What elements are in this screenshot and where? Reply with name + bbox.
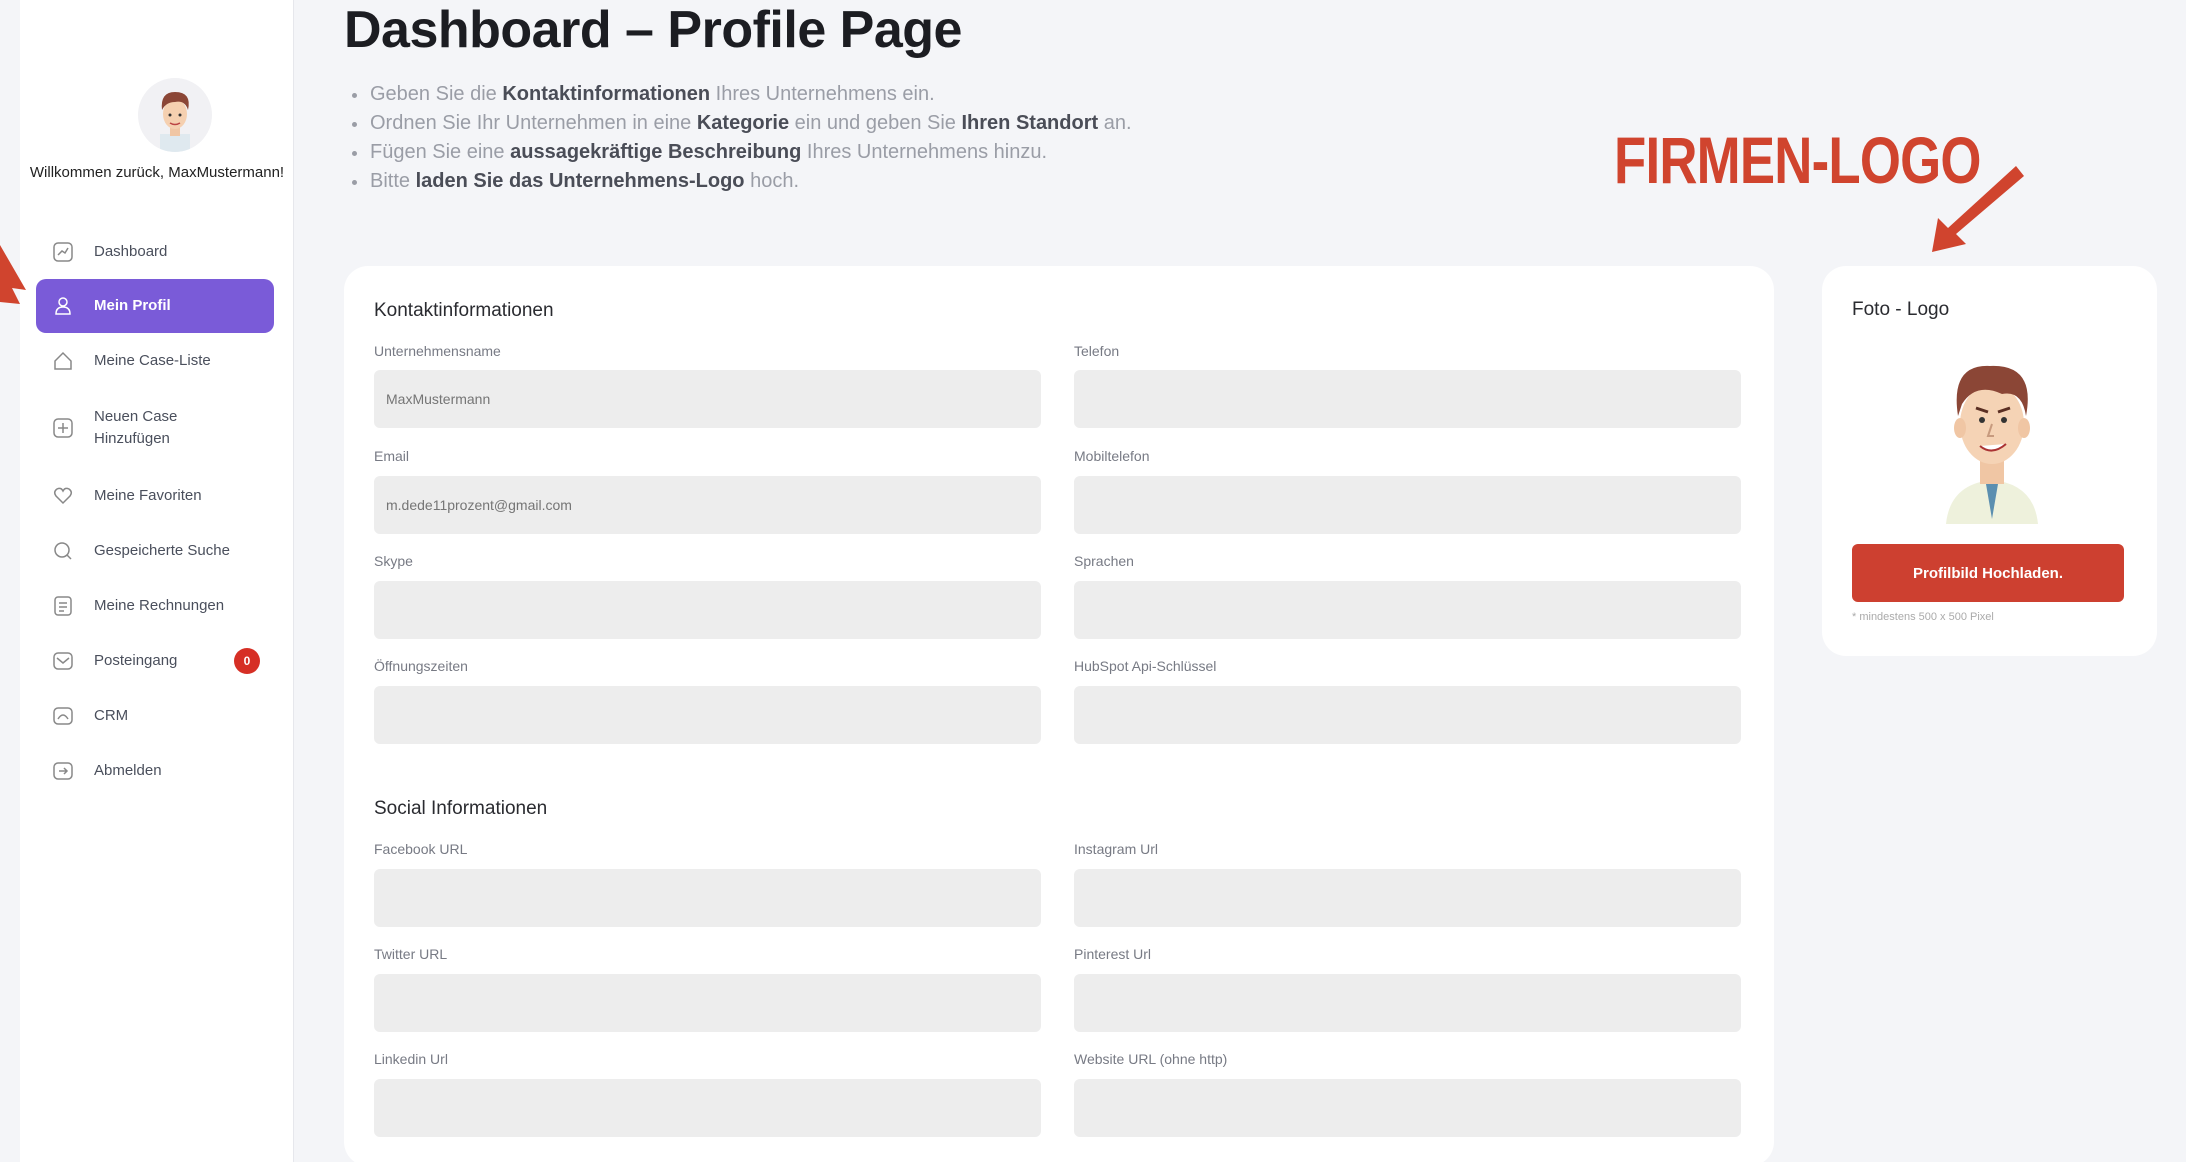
sidebar-item-label: Meine Favoriten: [94, 486, 202, 504]
instruction-item: Bitte laden Sie das Unternehmens-Logo ho…: [352, 167, 1132, 196]
annotation-arrow-icon: [0, 245, 26, 304]
instagram-label: Instagram Url: [1074, 841, 1159, 857]
sidebar-item-gespeicherte-suche[interactable]: Gespeicherte Suche: [36, 523, 274, 578]
search-icon: [52, 540, 74, 562]
sidebar-item-label: Meine Case-Liste: [94, 351, 211, 369]
sidebar-item-label: Gespeicherte Suche: [94, 541, 230, 559]
instruction-item: Ordnen Sie Ihr Unternehmen in eine Kateg…: [352, 109, 1132, 138]
opening-hours-input[interactable]: [374, 686, 1041, 744]
hubspot-label: HubSpot Api-Schlüssel: [1074, 658, 1217, 674]
photo-card-title: Foto - Logo: [1852, 299, 1950, 320]
website-input[interactable]: [1074, 1079, 1741, 1137]
user-icon: [52, 295, 74, 317]
linkedin-label: Linkedin Url: [374, 1051, 448, 1067]
social-section-title: Social Informationen: [374, 798, 548, 819]
upload-hint: * mindestens 500 x 500 Pixel: [1852, 611, 1994, 623]
chart-icon: [52, 241, 74, 263]
twitter-input[interactable]: [374, 974, 1041, 1032]
sidebar-item-label: Mein Profil: [94, 297, 171, 314]
company-name-input[interactable]: [374, 370, 1041, 428]
languages-input[interactable]: [1074, 581, 1741, 639]
sidebar-item-label: Dashboard: [94, 242, 168, 260]
sidebar-item-mein-profil[interactable]: Mein Profil: [36, 279, 274, 333]
inbox-count-badge: 0: [234, 648, 260, 674]
annotation-arrow-icon: [1932, 166, 2024, 252]
contact-section-title: Kontaktinformationen: [374, 300, 554, 321]
facebook-input[interactable]: [374, 869, 1041, 927]
skype-label: Skype: [374, 553, 413, 569]
sidebar-item-label: CRM: [94, 706, 129, 724]
logout-icon: [52, 760, 74, 782]
hubspot-input[interactable]: [1074, 686, 1741, 744]
heart-icon: [52, 485, 74, 507]
inbox-icon: [52, 650, 74, 672]
instructions-list: Geben Sie die Kontaktinformationen Ihres…: [352, 80, 1132, 196]
sidebar-item-label: Neuen Case Hinzufügen: [94, 408, 178, 447]
instagram-input[interactable]: [1074, 869, 1741, 927]
phone-input[interactable]: [1074, 370, 1741, 428]
sidebar-item-label: Meine Rechnungen: [94, 596, 225, 614]
photo-logo-card: Foto - Logo Profilbild Hochladen. * mind…: [1822, 266, 2157, 656]
instruction-item: Fügen Sie eine aussagekräftige Beschreib…: [352, 138, 1132, 167]
sidebar-item-rechnungen[interactable]: Meine Rechnungen: [36, 578, 274, 633]
sidebar-item-neuen-case[interactable]: Neuen Case Hinzufügen: [36, 388, 274, 468]
instruction-item: Geben Sie die Kontaktinformationen Ihres…: [352, 80, 1132, 109]
home-icon: [52, 350, 74, 372]
sidebar-item-case-liste[interactable]: Meine Case-Liste: [36, 333, 274, 388]
email-label: Email: [374, 448, 410, 464]
website-label: Website URL (ohne http): [1074, 1051, 1228, 1067]
twitter-label: Twitter URL: [374, 946, 448, 962]
sidebar-item-posteingang[interactable]: Posteingang 0: [36, 633, 274, 688]
sidebar-item-abmelden[interactable]: Abmelden: [36, 743, 274, 798]
profile-form-card: Kontaktinformationen Unternehmensname Te…: [344, 266, 1774, 1162]
sidebar: Willkommen zurück, MaxMustermann! Dashbo…: [20, 0, 294, 1162]
facebook-label: Facebook URL: [374, 841, 468, 857]
mobile-input[interactable]: [1074, 476, 1741, 534]
page-title: Dashboard – Profile Page: [344, 1, 962, 59]
crm-icon: [52, 705, 74, 727]
company-name-label: Unternehmensname: [374, 343, 501, 359]
languages-label: Sprachen: [1074, 553, 1134, 569]
phone-label: Telefon: [1074, 343, 1120, 359]
pinterest-input[interactable]: [1074, 974, 1741, 1032]
upload-profile-image-button[interactable]: Profilbild Hochladen.: [1852, 544, 2124, 602]
invoice-icon: [52, 595, 74, 617]
email-input[interactable]: [374, 476, 1041, 534]
welcome-text: Willkommen zurück, MaxMustermann!: [29, 164, 285, 181]
pinterest-label: Pinterest Url: [1074, 946, 1152, 962]
sidebar-item-crm[interactable]: CRM: [36, 688, 274, 743]
linkedin-input[interactable]: [374, 1079, 1041, 1137]
mobile-label: Mobiltelefon: [1074, 448, 1150, 464]
profile-avatar: [1946, 365, 2038, 524]
sidebar-item-label: Abmelden: [94, 761, 162, 779]
skype-input[interactable]: [374, 581, 1041, 639]
sidebar-item-favoriten[interactable]: Meine Favoriten: [36, 468, 274, 523]
sidebar-item-dashboard[interactable]: Dashboard: [36, 224, 274, 279]
avatar: [138, 78, 212, 152]
opening-hours-label: Öffnungszeiten: [374, 658, 468, 674]
sidebar-item-label: Posteingang: [94, 651, 178, 669]
plus-icon: [52, 417, 74, 439]
sidebar-nav: Dashboard Mein Profil Meine Case-Liste N…: [20, 224, 294, 798]
